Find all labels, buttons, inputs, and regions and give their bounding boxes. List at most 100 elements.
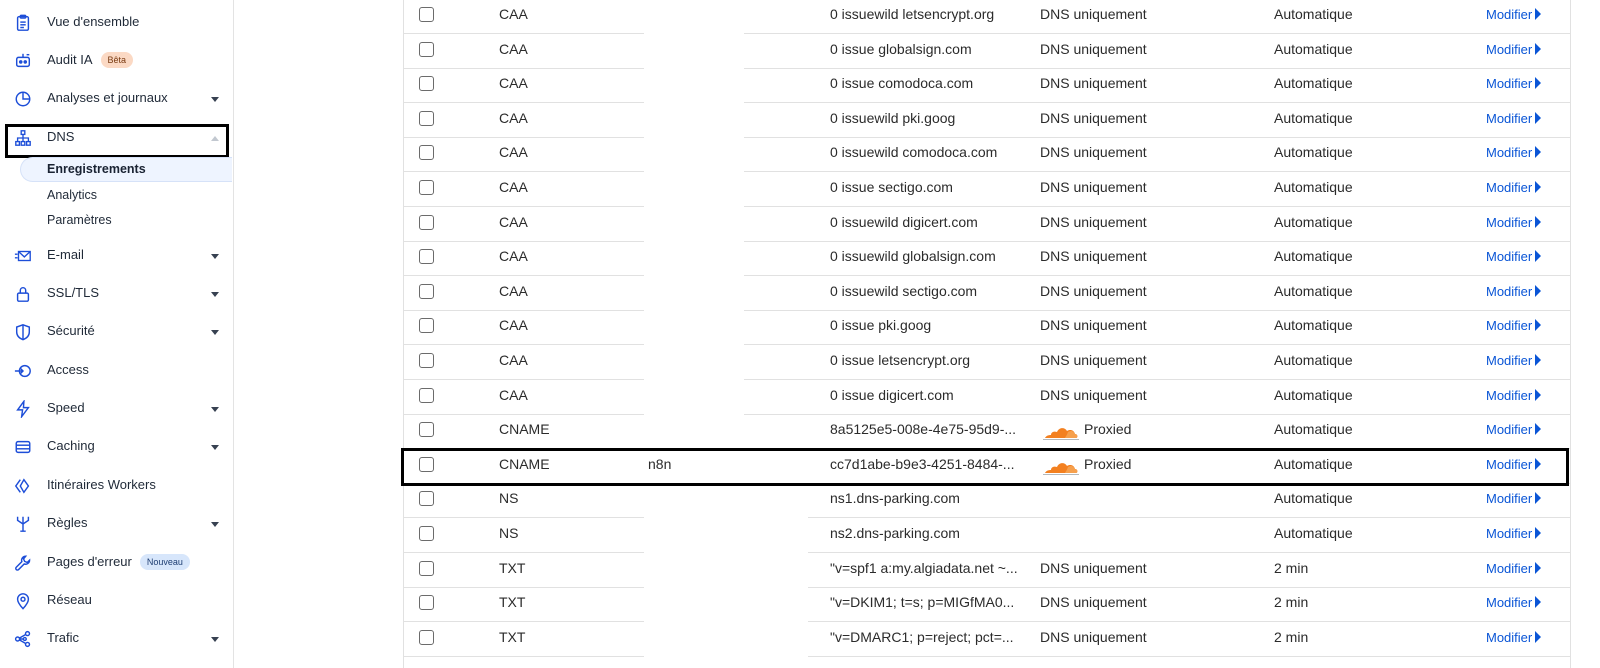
sidebar-item-ssl-tls[interactable]: SSL/TLS xyxy=(0,280,232,308)
edit-record-link[interactable]: Modifier xyxy=(1486,215,1542,230)
table-row: TXT "v=DMARC1; p=reject; pct=... DNS uniqu… xyxy=(404,623,1570,657)
table-row: CAA 0 issue comodoca.com DNS uniquement Aut… xyxy=(404,69,1570,104)
sidebar-item-email[interactable]: E-mail xyxy=(0,242,232,270)
row-checkbox[interactable] xyxy=(419,387,434,403)
sidebar-item-label: Itinéraires Workers xyxy=(47,477,156,492)
record-type: CAA xyxy=(499,6,528,22)
edit-record-link[interactable]: Modifier xyxy=(1486,630,1542,645)
sidebar-item-overview[interactable]: Vue d'ensemble xyxy=(0,9,232,37)
edit-record-link[interactable]: Modifier xyxy=(1486,42,1542,57)
sidebar-item-speed[interactable]: Speed xyxy=(0,395,232,423)
table-row: CNAME 8a5125e5-008e-4e75-95d9-... Proxied A… xyxy=(404,415,1570,450)
sidebar-item-caching[interactable]: Caching xyxy=(0,433,232,461)
location-pin-icon xyxy=(13,591,33,611)
row-checkbox[interactable] xyxy=(419,526,434,541)
record-ttl: 2 min xyxy=(1274,594,1309,611)
edit-record-link[interactable]: Modifier xyxy=(1486,353,1542,368)
sidebar-item-label: E-mail xyxy=(47,247,84,262)
edit-record-link[interactable]: Modifier xyxy=(1486,180,1542,195)
storage-icon xyxy=(13,437,33,457)
proxy-status: DNS uniquement xyxy=(1040,559,1147,576)
sidebar-item-error-pages[interactable]: Pages d'erreur Nouveau xyxy=(0,549,232,577)
row-checkbox[interactable] xyxy=(419,41,434,57)
table-row: CAA 0 issuewild globalsign.com DNS uniquem… xyxy=(404,242,1570,277)
edit-record-link[interactable]: Modifier xyxy=(1486,284,1542,299)
edit-record-link[interactable]: Modifier xyxy=(1486,249,1542,264)
caret-right-icon xyxy=(1535,319,1542,332)
record-ttl: Automatique xyxy=(1274,386,1353,403)
row-checkbox[interactable] xyxy=(419,283,434,299)
proxy-status: DNS uniquement xyxy=(1040,282,1147,299)
sidebar-item-security[interactable]: Sécurité xyxy=(0,318,232,346)
row-checkbox[interactable] xyxy=(419,214,434,230)
edit-record-link[interactable]: Modifier xyxy=(1486,387,1542,403)
proxied-cloud-icon xyxy=(1043,428,1079,441)
caret-right-icon xyxy=(1535,250,1542,263)
access-icon xyxy=(13,361,33,381)
proxy-status: DNS uniquement xyxy=(1040,213,1147,230)
row-checkbox[interactable] xyxy=(419,76,434,92)
record-ttl: Automatique xyxy=(1274,352,1353,368)
row-checkbox[interactable] xyxy=(419,353,434,368)
chevron-down-icon xyxy=(211,330,219,335)
sidebar-item-network[interactable]: Réseau xyxy=(0,587,232,615)
proxy-status: DNS uniquement xyxy=(1040,75,1147,92)
edit-record-link[interactable]: Modifier xyxy=(1486,111,1542,126)
edit-record-link[interactable]: Modifier xyxy=(1486,145,1542,160)
sidebar-item-rules[interactable]: Règles xyxy=(0,510,232,538)
row-checkbox[interactable] xyxy=(419,7,434,22)
record-type: CAA xyxy=(499,75,528,92)
caret-right-icon xyxy=(1535,492,1542,505)
caret-right-icon xyxy=(1535,215,1542,228)
table-row: CAA 0 issuewild comodoca.com DNS uniquemen… xyxy=(404,138,1570,173)
record-content: 0 issuewild pki.goog xyxy=(830,109,956,126)
sidebar-item-label: Trafic xyxy=(47,630,80,645)
sidebar-subitem-settings[interactable]: Paramètres xyxy=(47,213,112,227)
edit-record-link[interactable]: Modifier xyxy=(1486,561,1542,576)
dns-highlight-frame xyxy=(5,124,229,158)
edit-record-link[interactable]: Modifier xyxy=(1486,76,1542,92)
row-checkbox[interactable] xyxy=(419,560,434,576)
sidebar-item-analytics-logs[interactable]: Analyses et journaux xyxy=(0,85,232,113)
lightning-icon xyxy=(13,399,33,419)
sidebar-subitem-analytics[interactable]: Analytics xyxy=(47,188,97,202)
record-type: TXT xyxy=(499,559,526,576)
edit-record-link[interactable]: Modifier xyxy=(1486,422,1542,437)
edit-label: Modifier xyxy=(1486,7,1533,22)
edit-label: Modifier xyxy=(1486,595,1533,611)
row-checkbox[interactable] xyxy=(419,110,434,126)
edit-label: Modifier xyxy=(1486,491,1533,507)
sidebar-item-ai-audit[interactable]: Audit IA Bêta xyxy=(0,47,232,75)
row-checkbox[interactable] xyxy=(419,145,434,161)
edit-record-link[interactable]: Modifier xyxy=(1486,318,1542,333)
sidebar-item-traffic[interactable]: Trafic xyxy=(0,625,232,653)
edit-record-link[interactable]: Modifier xyxy=(1486,526,1542,541)
edit-label: Modifier xyxy=(1486,76,1533,92)
sidebar-item-workers-routes[interactable]: Itinéraires Workers xyxy=(0,472,232,500)
record-type: CAA xyxy=(499,109,528,126)
row-checkbox[interactable] xyxy=(419,491,434,507)
dns-records-app: Vue d'ensemble Audit IA Bêta Analyses et … xyxy=(0,0,1600,668)
proxy-status: DNS uniquement xyxy=(1040,109,1147,126)
row-checkbox[interactable] xyxy=(419,249,434,265)
sidebar-item-label: Caching xyxy=(47,438,95,453)
edit-record-link[interactable]: Modifier xyxy=(1486,491,1542,507)
sidebar-item-access[interactable]: Access xyxy=(0,357,232,385)
record-ttl: Automatique xyxy=(1274,248,1353,265)
row-checkbox[interactable] xyxy=(419,180,434,195)
pie-chart-icon xyxy=(13,89,33,109)
record-type: TXT xyxy=(499,594,526,611)
row-checkbox[interactable] xyxy=(419,629,434,645)
chevron-down-icon xyxy=(211,522,219,527)
proxy-status: Proxied xyxy=(1084,421,1132,438)
row-checkbox[interactable] xyxy=(419,595,434,611)
edit-record-link[interactable]: Modifier xyxy=(1486,7,1542,22)
proxy-status: DNS uniquement xyxy=(1040,628,1147,645)
row-checkbox[interactable] xyxy=(419,422,434,438)
row-checkbox[interactable] xyxy=(419,318,434,334)
edit-record-link[interactable]: Modifier xyxy=(1486,595,1542,611)
edit-label: Modifier xyxy=(1486,387,1533,403)
caret-right-icon xyxy=(1535,596,1542,609)
sidebar-subitem-records[interactable]: Enregistrements xyxy=(47,162,146,176)
new-badge: Nouveau xyxy=(139,554,190,570)
